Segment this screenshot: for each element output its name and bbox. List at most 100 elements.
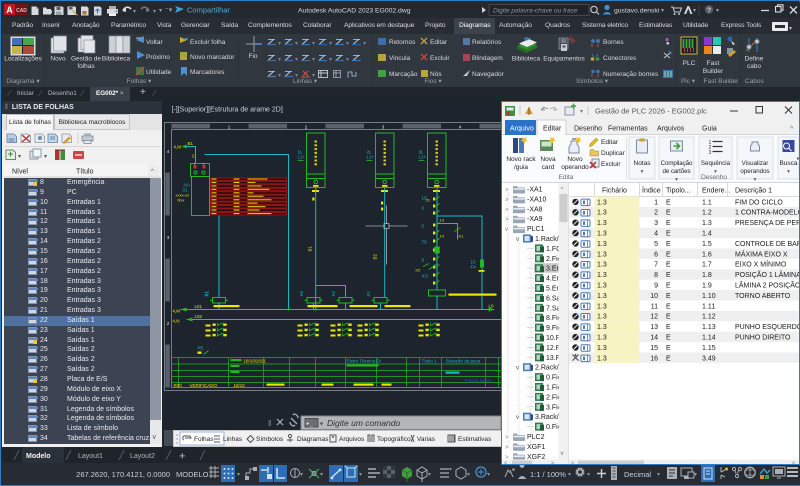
svg-text:▾: ▾ [346, 41, 349, 47]
svg-text:Folhas ▾: Folhas ▾ [127, 78, 152, 85]
svg-text:Compilação: Compilação [661, 160, 693, 167]
svg-text:E: E [666, 293, 671, 300]
svg-text:10: 10 [650, 293, 658, 300]
svg-text:▾: ▾ [320, 472, 323, 478]
svg-text:^: ^ [561, 187, 564, 193]
svg-text:1.5: 1.5 [702, 241, 712, 248]
svg-text:▾: ▾ [278, 41, 281, 47]
svg-text:12: 12 [650, 314, 658, 321]
svg-text:Editar: Editar [543, 126, 562, 133]
svg-text:5.En: 5.En [546, 286, 561, 293]
svg-text:Endere...: Endere... [702, 188, 730, 195]
svg-text:+: + [179, 451, 185, 463]
svg-text:MODELO: MODELO [176, 470, 209, 479]
svg-text:<: < [571, 461, 574, 465]
svg-text:Navegador: Navegador [472, 71, 505, 78]
svg-text:E: E [666, 272, 671, 279]
svg-text:3: 3 [709, 150, 712, 156]
svg-text:PLC2: PLC2 [527, 434, 545, 441]
svg-text:Novo marcador: Novo marcador [190, 54, 235, 61]
svg-text:1.12: 1.12 [702, 314, 716, 321]
svg-text:A: A [6, 5, 13, 15]
svg-text:Builder: Builder [703, 68, 724, 75]
svg-text:E: E [666, 231, 671, 238]
svg-text:1.4: 1.4 [702, 231, 712, 238]
svg-text:Fios ▾: Fios ▾ [424, 78, 442, 85]
svg-text:▾: ▾ [661, 8, 664, 14]
svg-text:1.3: 1.3 [597, 272, 607, 279]
svg-text:Fichário: Fichário [602, 188, 627, 195]
svg-text:?: ? [707, 7, 711, 14]
svg-text:v: v [516, 237, 519, 243]
svg-text:Excluir: Excluir [430, 55, 450, 62]
svg-text:1.3: 1.3 [597, 345, 607, 352]
svg-text:1 CONTRA-MODELO D: 1 CONTRA-MODELO D [735, 210, 799, 217]
svg-text:1.3: 1.3 [597, 231, 607, 238]
svg-text:Vincula: Vincula [389, 55, 411, 62]
svg-text:>: > [505, 207, 509, 213]
svg-text:-XA8: -XA8 [527, 206, 543, 213]
svg-text:>: > [792, 461, 795, 465]
svg-text:de cartões: de cartões [663, 168, 691, 175]
svg-text:1.3: 1.3 [597, 335, 607, 342]
svg-text:Conectores: Conectores [603, 55, 637, 62]
svg-text:CONTROLE DE BARRA: CONTROLE DE BARRA [735, 241, 799, 248]
svg-text:>: > [505, 197, 509, 203]
svg-text:E: E [666, 241, 671, 248]
svg-text:Relatórios: Relatórios [472, 39, 502, 46]
svg-text:Layout1: Layout1 [78, 453, 103, 460]
svg-text:Diagramas: Diagramas [297, 436, 329, 443]
svg-text:15: 15 [650, 345, 658, 352]
svg-text:EIXO X MÍNIMO: EIXO X MÍNIMO [735, 260, 787, 269]
svg-text:1.3: 1.3 [597, 220, 607, 227]
svg-text:3.49: 3.49 [702, 355, 716, 362]
svg-text:▾: ▾ [346, 57, 349, 63]
svg-text:Modelo: Modelo [26, 453, 51, 460]
svg-text:E: E [666, 324, 671, 331]
svg-text:▾: ▾ [159, 8, 162, 14]
svg-text:1.3: 1.3 [597, 241, 607, 248]
svg-text:▾: ▾ [694, 472, 697, 478]
svg-text:PLC1: PLC1 [527, 226, 545, 233]
svg-text:Edita: Edita [559, 174, 574, 181]
svg-text:Arquivo: Arquivo [510, 126, 534, 133]
svg-text:PUNHO ESQUERDO: PUNHO ESQUERDO [735, 324, 799, 331]
svg-text:-XA9: -XA9 [527, 216, 543, 223]
svg-text:Decimal: Decimal [624, 470, 651, 479]
svg-text:Editar: Editar [601, 139, 619, 146]
svg-text:2.Rack/: 2.Rack/ [535, 365, 559, 372]
svg-text:Folhas: Folhas [194, 436, 214, 443]
svg-text:▾: ▾ [587, 472, 590, 478]
svg-text:Marcação: Marcação [389, 71, 418, 78]
svg-text:▾: ▾ [487, 472, 490, 478]
svg-text:1.13: 1.13 [702, 324, 716, 331]
svg-text:1.2: 1.2 [702, 210, 712, 217]
svg-text:1.11: 1.11 [702, 303, 715, 310]
svg-text:Retornos: Retornos [389, 39, 416, 46]
svg-text:Bornes: Bornes [603, 39, 624, 46]
svg-text:Índice: Índice [642, 186, 661, 195]
svg-text:E: E [666, 314, 671, 321]
svg-text:card: card [542, 164, 555, 171]
svg-text:⁼▾: ⁼▾ [165, 7, 173, 14]
svg-text:TORNO ABERTO: TORNO ABERTO [735, 293, 791, 300]
svg-text:E: E [666, 220, 671, 227]
svg-text:1.3: 1.3 [597, 283, 607, 290]
svg-text:▾: ▾ [153, 9, 156, 15]
svg-text:Fast: Fast [707, 60, 720, 67]
svg-text:v: v [516, 366, 519, 372]
svg-text:Fio: Fio [248, 53, 257, 60]
svg-text:▾: ▾ [329, 57, 332, 63]
svg-text:CAD: CAD [16, 8, 27, 14]
svg-text:5: 5 [654, 241, 658, 248]
svg-text:Compartilhar: Compartilhar [187, 6, 230, 15]
svg-text:1.3: 1.3 [597, 355, 607, 362]
svg-text:▾: ▾ [787, 169, 790, 175]
svg-text:1.3: 1.3 [597, 303, 607, 310]
svg-text:1.15: 1.15 [702, 345, 716, 352]
svg-text:1.3: 1.3 [597, 293, 607, 300]
svg-text:6.Sa: 6.Sa [546, 295, 561, 302]
svg-text:▸_: ▸_ [307, 421, 314, 427]
svg-text:Arquivos: Arquivos [657, 126, 685, 133]
svg-text:-XA1: -XA1 [527, 187, 543, 194]
